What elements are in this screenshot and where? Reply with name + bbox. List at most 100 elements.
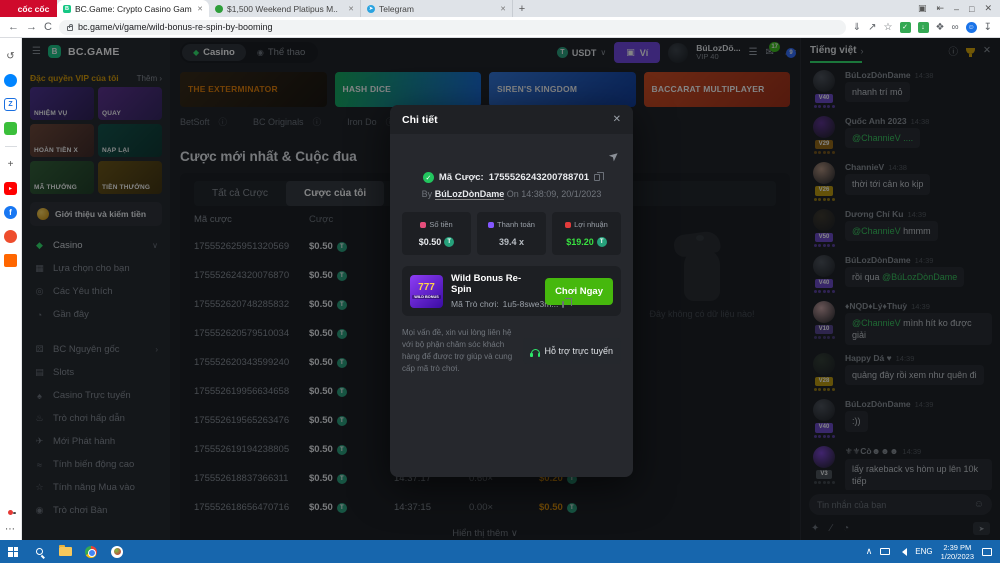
lock-icon [67,26,73,31]
sidebar-toggle-icon[interactable]: ⇤ [936,3,944,14]
game-info: Wild Bonus Re-Spin Mã Trò chơi: 1u5-8swe… [451,273,537,309]
copy-bet-id-icon[interactable] [594,174,600,181]
new-tab-button[interactable]: + [513,0,531,17]
modal-title: Chi tiết [402,114,438,126]
hidden-icons-chevron[interactable]: ∧ [866,546,873,557]
coccoc-brand[interactable]: cốc cốc [0,0,57,17]
stat-card: Lợi nhuận$19.20T [552,212,621,255]
messenger-icon[interactable] [4,74,17,87]
stat-icon [420,222,426,228]
extensions-icon[interactable]: ❖ [936,22,945,33]
game-thumbnail[interactable]: 777 WILD BONUS [410,275,443,308]
play-now-button[interactable]: Chơi Ngay [545,278,613,305]
bet-details-modal: Chi tiết ✕ ➤ ✓ Mã Cược: 1755526243200788… [390,105,633,477]
reload-button[interactable]: C [44,22,52,33]
tab-close-icon[interactable]: ✕ [197,5,203,13]
coccoc-brand-label: cốc cốc [18,4,50,14]
shopee-icon[interactable] [4,230,17,243]
games-icon[interactable] [4,122,17,135]
taskbar-time: 2:39 PM [941,543,974,552]
taskbar-date: 1/20/2023 [941,552,974,561]
game-id-label: Mã Trò chơi: [451,299,499,309]
zalo-icon[interactable]: Z [4,98,17,111]
windows-taskbar: ∧ ENG 2:39 PM 1/20/2023 [0,540,1000,563]
usdt-coin-icon: T [597,237,607,247]
plus-icon[interactable]: + [4,158,17,171]
browser-tab[interactable]: ➤Telegram✕ [361,0,513,17]
coccoc-shield-icon[interactable]: ✓ [900,22,911,33]
share-icon[interactable]: ↗ [868,22,876,33]
url-text: bc.game/vi/game/wild-bonus-re-spin-by-bo… [78,22,273,32]
language-indicator[interactable]: ENG [915,547,932,556]
page-content: ↺ Z + ▸ f ⋯ ☰ B BC.GAME Đặc quyền VIP của tôi… [0,38,1000,540]
more-icon[interactable]: ⋯ [4,523,17,536]
stat-icon [488,222,494,228]
cart-icon[interactable] [4,254,17,267]
bcgame-site: ☰ B BC.GAME Đặc quyền VIP của tôi Thêm ›… [22,38,1000,540]
coccoc-taskbar-icon[interactable] [104,540,130,563]
by-label: By [422,189,433,199]
stat-label: Số tiền [405,220,468,229]
toolbar-icons: ⇓ ↗ ☆ ✓ ↓ ❖ ∞ ☺ ↧ [853,22,992,33]
bet-id-label: Mã Cược: [439,172,484,183]
browser-tabs: BBC.Game: Crypto Casino Gam✕$1,500 Weeke… [57,0,513,17]
tab-close-icon[interactable]: ✕ [348,5,354,13]
window-controls: ▣ ⇤ – □ ✕ [910,0,1000,17]
stat-label: Thanh toán [480,220,543,229]
file-explorer-icon[interactable] [52,540,78,563]
browser-side-strip: ↺ Z + ▸ f ⋯ [0,38,22,540]
volume-icon[interactable] [898,548,907,556]
taskbar-search-icon[interactable] [26,540,52,563]
close-button[interactable]: ✕ [984,3,992,14]
forward-button[interactable]: → [26,22,37,33]
profiles-icon[interactable]: ∞ [951,22,958,33]
coccoc-logo-icon [8,5,15,12]
taskbar-clock[interactable]: 2:39 PM 1/20/2023 [941,543,974,561]
maximize-button[interactable]: □ [969,4,974,14]
account-icon[interactable]: ☺ [966,22,977,33]
support-button-label: Hỗ trợ trực tuyến [545,346,613,356]
stat-icon [565,222,571,228]
browser-tab[interactable]: BBC.Game: Crypto Casino Gam✕ [57,0,209,17]
notification-dot [8,510,13,515]
game-id-row: Mã Trò chơi: 1u5-8swe3m... [451,299,537,309]
youtube-icon[interactable]: ▸ [4,182,17,195]
share-bet-icon[interactable]: ➤ [606,147,623,164]
send-to-device-icon[interactable]: ⇓ [853,22,861,33]
minimize-button[interactable]: – [954,4,959,14]
platipus-favicon [215,5,223,13]
bet-id-line: ✓ Mã Cược: 1755526243200788701 [402,172,621,183]
facebook-icon[interactable]: f [4,206,17,219]
tab-title: $1,500 Weekend Platipus M.. [227,4,344,14]
tab-title: Telegram [379,4,496,14]
chrome-icon[interactable] [78,540,104,563]
downloads-icon[interactable]: ↧ [984,22,992,33]
network-icon[interactable] [880,548,890,555]
copy-game-id-icon[interactable] [562,301,564,308]
divider [5,146,17,147]
tab-search-icon[interactable]: ▣ [918,3,927,14]
player-name-link[interactable]: BúLozDònDame [435,189,505,200]
action-center-icon[interactable] [982,548,992,556]
game-name: Wild Bonus Re-Spin [451,273,537,295]
modal-close-icon[interactable]: ✕ [613,114,621,125]
verified-check-icon: ✓ [423,172,434,183]
back-button[interactable]: ← [8,22,19,33]
tab-title: BC.Game: Crypto Casino Gam [75,4,193,14]
history-icon[interactable]: ↺ [4,50,17,63]
address-bar[interactable]: bc.game/vi/game/wild-bonus-re-spin-by-bo… [59,20,846,35]
tab-close-icon[interactable]: ✕ [500,5,506,13]
live-support-button[interactable]: Hỗ trợ trực tuyến [523,338,621,364]
bet-datetime: 14:38:09, 20/1/2023 [521,189,601,199]
on-label: On [507,189,519,199]
headset-icon [531,349,540,355]
bet-byline: By BúLozDònDame On 14:38:09, 20/1/2023 [402,189,621,199]
stat-card: Thanh toán39.4 x [477,212,546,255]
system-tray: ∧ ENG 2:39 PM 1/20/2023 [866,543,1000,561]
bookmark-star-icon[interactable]: ☆ [884,22,893,33]
browser-tab[interactable]: $1,500 Weekend Platipus M.. ✕ [209,0,361,17]
download-manager-icon[interactable]: ↓ [918,22,929,33]
game-card: 777 WILD BONUS Wild Bonus Re-Spin Mã Trò… [402,266,621,316]
browser-toolbar: ← → C bc.game/vi/game/wild-bonus-re-spin… [0,17,1000,38]
start-button[interactable] [0,540,26,563]
